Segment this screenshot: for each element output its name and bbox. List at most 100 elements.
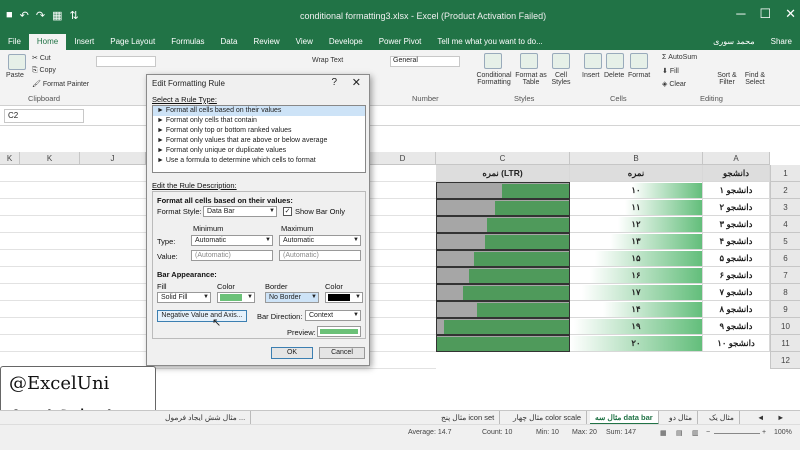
tab-data[interactable]: Data — [213, 34, 246, 50]
tab-page-layout[interactable]: Page Layout — [102, 34, 163, 50]
cancel-button[interactable]: Cancel — [319, 347, 365, 359]
row-header[interactable]: 10 — [770, 318, 800, 335]
show-bar-only-checkbox[interactable]: ✓ — [283, 207, 292, 216]
help-button[interactable]: ? — [331, 77, 337, 88]
tab-power-pivot[interactable]: Power Pivot — [371, 34, 430, 50]
score-cell[interactable]: ۲۰ — [570, 335, 703, 352]
student-name-cell[interactable]: دانشجو ۳ — [703, 216, 770, 233]
copy-button[interactable]: ⎘ Copy — [32, 67, 56, 75]
header-score-ltr[interactable]: نمره (LTR) — [436, 165, 570, 182]
tab-scroll-right-icon[interactable]: ► — [772, 411, 789, 425]
column-header-k2[interactable]: K — [20, 152, 80, 165]
rule-type-item[interactable]: ► Format all cells based on their values — [153, 106, 365, 116]
tab-scroll-left-icon[interactable]: ◄ — [752, 411, 769, 425]
fill-dropdown[interactable]: Solid Fill ▼ — [157, 292, 211, 303]
close-button[interactable]: ✕ — [785, 6, 796, 22]
rule-type-list[interactable]: ► Format all cells based on their values… — [152, 105, 366, 173]
tab-home[interactable]: Home — [28, 34, 67, 50]
min-value-input[interactable]: (Automatic) — [191, 250, 273, 261]
column-header-b[interactable]: B — [570, 152, 703, 165]
zoom-out-icon[interactable]: − — [706, 429, 710, 436]
undo-icon[interactable]: ↶ — [20, 9, 29, 22]
zoom-slider[interactable] — [714, 433, 760, 434]
format-style-dropdown[interactable]: Data Bar ▼ — [203, 206, 277, 217]
delete-cells-button[interactable]: Delete — [604, 72, 624, 79]
row-header[interactable]: 12 — [770, 352, 800, 369]
bar-color-picker[interactable]: ▼ — [217, 292, 255, 303]
row-header[interactable]: 11 — [770, 335, 800, 352]
score-cell[interactable]: ۱۴ — [570, 301, 703, 318]
minimize-button[interactable]: ─ — [736, 6, 745, 22]
normal-view-icon[interactable]: ▦ — [660, 429, 667, 437]
score-cell[interactable]: ۱۹ — [570, 318, 703, 335]
score-cell[interactable]: ۱۳ — [570, 233, 703, 250]
cell-styles-button[interactable]: Cell Styles — [548, 72, 574, 86]
sheet-tab-5[interactable]: مثال پنج icon set — [436, 411, 501, 425]
score-ltr-cell[interactable] — [436, 216, 570, 233]
sheet-tab-3[interactable]: مثال سه data bar — [590, 411, 659, 425]
tab-developer[interactable]: Develope — [321, 34, 371, 50]
number-format-dropdown[interactable]: General — [390, 56, 460, 67]
redo-icon[interactable]: ↷ — [36, 9, 45, 22]
format-as-table-icon[interactable] — [520, 53, 538, 69]
format-as-table-button[interactable]: Format as Table — [514, 72, 548, 86]
row-header[interactable]: 3 — [770, 199, 800, 216]
column-header-c[interactable]: C — [436, 152, 570, 165]
score-ltr-cell[interactable] — [436, 301, 570, 318]
tell-me-box[interactable]: Tell me what you want to do... — [429, 34, 550, 50]
cut-button[interactable]: ✂ Cut — [32, 54, 51, 62]
sheet-tab-1[interactable]: مثال یک — [704, 411, 740, 425]
zoom-in-icon[interactable]: + — [762, 429, 766, 436]
row-header[interactable]: 5 — [770, 233, 800, 250]
student-name-cell[interactable]: دانشجو ۹ — [703, 318, 770, 335]
share-button[interactable]: Share — [763, 34, 800, 50]
maximize-button[interactable]: ☐ — [759, 6, 771, 22]
score-cell[interactable]: ۱۵ — [570, 250, 703, 267]
student-name-cell[interactable]: دانشجو ۲ — [703, 199, 770, 216]
tab-view[interactable]: View — [288, 34, 321, 50]
tab-review[interactable]: Review — [245, 34, 287, 50]
sort-filter-button[interactable]: Sort & Filter — [712, 72, 742, 86]
row-header[interactable]: 9 — [770, 301, 800, 318]
score-ltr-cell[interactable] — [436, 267, 570, 284]
rule-type-item[interactable]: ► Format only values that are above or b… — [153, 136, 365, 146]
paste-icon[interactable] — [8, 54, 26, 70]
row-header[interactable]: 4 — [770, 216, 800, 233]
student-name-cell[interactable]: دانشجو ۷ — [703, 284, 770, 301]
score-ltr-cell[interactable] — [436, 199, 570, 216]
bar-direction-dropdown[interactable]: Context ▼ — [305, 310, 361, 321]
row-header[interactable]: 6 — [770, 250, 800, 267]
score-ltr-cell[interactable] — [436, 233, 570, 250]
column-header-j[interactable]: J — [80, 152, 146, 165]
row-header[interactable]: 1 — [770, 165, 800, 182]
sheet-tab-2[interactable]: مثال دو — [664, 411, 699, 425]
find-select-button[interactable]: Find & Select — [740, 72, 770, 86]
score-ltr-cell[interactable] — [436, 182, 570, 199]
sheet-tab-6[interactable]: مثال شش ایجاد فرمول ... — [160, 411, 252, 425]
format-painter-button[interactable]: 🖌 Format Painter — [32, 80, 89, 88]
ok-button[interactable]: OK — [271, 347, 313, 359]
form-icon[interactable]: ▦ — [52, 9, 62, 22]
wrap-text-button[interactable]: Wrap Text — [312, 57, 343, 64]
column-header-a[interactable]: A — [703, 152, 770, 165]
cell-styles-icon[interactable] — [552, 53, 570, 69]
score-ltr-cell[interactable] — [436, 284, 570, 301]
format-cells-icon[interactable] — [630, 53, 648, 69]
score-cell[interactable]: ۱۷ — [570, 284, 703, 301]
border-dropdown[interactable]: No Border ▼ — [265, 292, 319, 303]
name-box[interactable]: C2 — [4, 109, 84, 123]
score-ltr-cell[interactable] — [436, 318, 570, 335]
fill-button[interactable]: ⬇ Fill — [662, 67, 679, 75]
header-student[interactable]: دانشجو — [703, 165, 770, 182]
min-type-dropdown[interactable]: Automatic ▼ — [191, 235, 273, 246]
negative-value-axis-button[interactable]: Negative Value and Axis... — [157, 310, 247, 322]
font-name-box[interactable] — [96, 56, 156, 67]
delete-cells-icon[interactable] — [606, 53, 624, 69]
paste-button[interactable]: Paste — [6, 72, 24, 79]
dialog-close-button[interactable]: ✕ — [352, 76, 361, 89]
insert-cells-button[interactable]: Insert — [582, 72, 600, 79]
student-name-cell[interactable]: دانشجو ۵ — [703, 250, 770, 267]
student-name-cell[interactable]: دانشجو ۸ — [703, 301, 770, 318]
score-cell[interactable]: ۱۰ — [570, 182, 703, 199]
save-icon[interactable]: ■ — [6, 9, 13, 22]
